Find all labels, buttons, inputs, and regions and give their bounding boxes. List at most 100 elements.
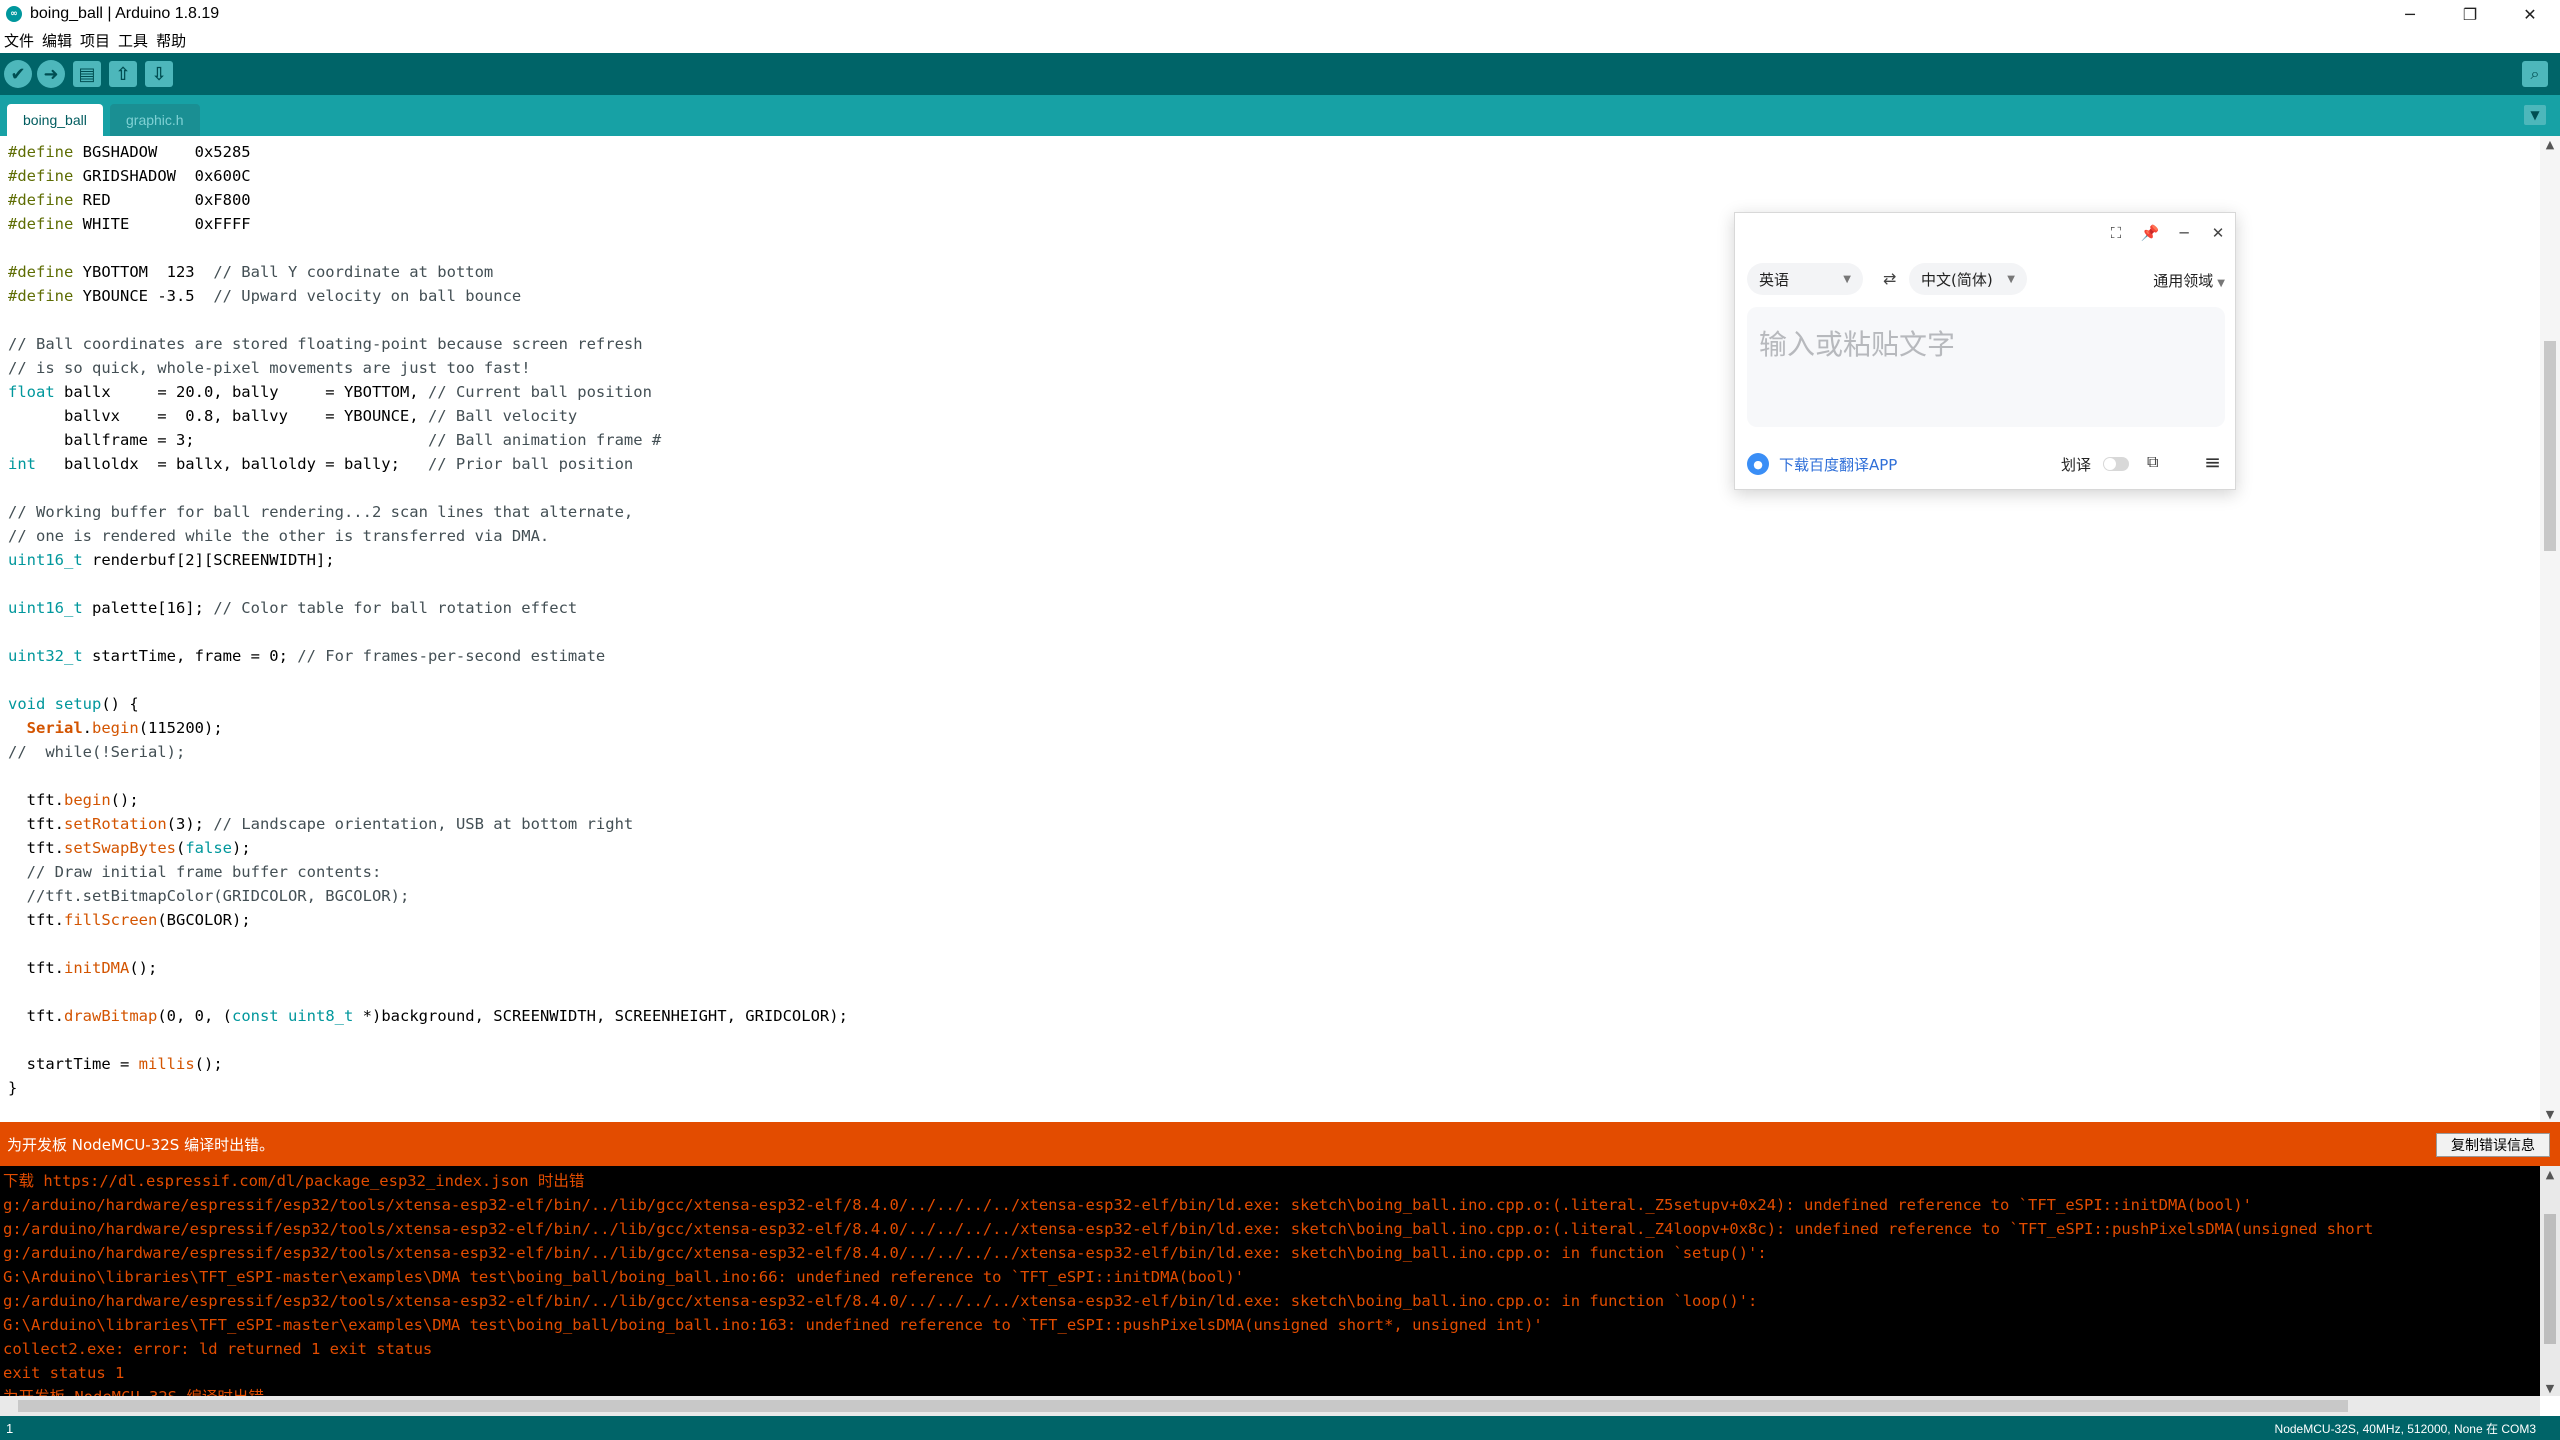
- serial-monitor-button[interactable]: ⌕: [2522, 61, 2548, 87]
- close-button[interactable]: ✕: [2500, 0, 2560, 28]
- checkmark-icon: ✔: [10, 63, 26, 85]
- tab-graphic-h[interactable]: graphic.h: [110, 104, 200, 136]
- console-vertical-scrollbar[interactable]: ▲ ▼: [2540, 1166, 2560, 1396]
- source-language-select[interactable]: 英语 ▼: [1747, 263, 1863, 295]
- console-text: 下载 https://dl.espressif.com/dl/package_e…: [3, 1169, 2373, 1396]
- code-line[interactable]: [8, 308, 848, 332]
- code-token: // Color table for ball rotation effect: [213, 599, 578, 617]
- code-line[interactable]: tft.setSwapBytes(false);: [8, 836, 848, 860]
- code-line[interactable]: void setup() {: [8, 692, 848, 716]
- caret-down-icon: ▼: [2217, 278, 2225, 289]
- code-token: balloldx = ballx, balloldy = bally;: [36, 455, 428, 473]
- code-line[interactable]: [8, 980, 848, 1004]
- restore-button[interactable]: ❐: [2440, 0, 2500, 28]
- code-token: palette[16];: [82, 599, 214, 617]
- code-line[interactable]: [8, 764, 848, 788]
- code-line[interactable]: int balloldx = ballx, balloldy = bally; …: [8, 452, 848, 476]
- code-line[interactable]: // Draw initial frame buffer contents:: [8, 860, 848, 884]
- swap-icon[interactable]: ⇄: [1883, 269, 1896, 288]
- code-line[interactable]: // Ball coordinates are stored floating-…: [8, 332, 848, 356]
- code-line[interactable]: [8, 932, 848, 956]
- editor-scrollbar[interactable]: ▲ ▼: [2540, 136, 2560, 1122]
- code-line[interactable]: uint16_t renderbuf[2][SCREENWIDTH];: [8, 548, 848, 572]
- code-token: //tft.setBitmapColor(GRIDCOLOR, BGCOLOR)…: [26, 887, 410, 905]
- code-line[interactable]: #define YBOUNCE -3.5 // Upward velocity …: [8, 284, 848, 308]
- target-language-select[interactable]: 中文(简体) ▼: [1909, 263, 2027, 295]
- code-line[interactable]: ballvx = 0.8, ballvy = YBOUNCE, // Ball …: [8, 404, 848, 428]
- minimize-icon[interactable]: ─: [2167, 213, 2201, 253]
- open-button[interactable]: ⇧: [109, 61, 137, 87]
- code-line[interactable]: #define WHITE 0xFFFF: [8, 212, 848, 236]
- code-line[interactable]: tft.setRotation(3); // Landscape orienta…: [8, 812, 848, 836]
- code-line[interactable]: uint16_t palette[16]; // Color table for…: [8, 596, 848, 620]
- hua-yi-toggle[interactable]: [2103, 457, 2129, 471]
- scroll-up-icon[interactable]: ▲: [2540, 136, 2560, 152]
- code-line[interactable]: [8, 236, 848, 260]
- menu-file[interactable]: 文件: [4, 30, 34, 51]
- code-line[interactable]: float ballx = 20.0, bally = YBOTTOM, // …: [8, 380, 848, 404]
- code-line[interactable]: tft.begin();: [8, 788, 848, 812]
- code-line[interactable]: #define RED 0xF800: [8, 188, 848, 212]
- code-line[interactable]: [8, 572, 848, 596]
- code-token: fillScreen: [64, 911, 158, 929]
- code-token: initDMA: [64, 959, 130, 977]
- code-line[interactable]: // is so quick, whole-pixel movements ar…: [8, 356, 848, 380]
- upload-button[interactable]: ➜: [37, 60, 65, 88]
- menu-icon[interactable]: ≡: [2204, 450, 2221, 474]
- code-line[interactable]: [8, 620, 848, 644]
- console-horizontal-scrollbar[interactable]: [0, 1396, 2540, 1416]
- console-hscroll-thumb[interactable]: [18, 1400, 2348, 1412]
- editor-scroll-thumb[interactable]: [2544, 341, 2556, 551]
- tab-menu-button[interactable]: ▼: [2524, 105, 2546, 125]
- translate-input[interactable]: 输入或粘贴文字: [1747, 307, 2225, 427]
- code-line[interactable]: #define BGSHADOW 0x5285: [8, 140, 848, 164]
- code-token: renderbuf[2][SCREENWIDTH];: [82, 551, 335, 569]
- code-line[interactable]: //tft.setBitmapColor(GRIDCOLOR, BGCOLOR)…: [8, 884, 848, 908]
- scroll-down-icon[interactable]: ▼: [2540, 1106, 2560, 1122]
- code-line[interactable]: uint32_t startTime, frame = 0; // For fr…: [8, 644, 848, 668]
- code-line[interactable]: tft.fillScreen(BGCOLOR);: [8, 908, 848, 932]
- code-line[interactable]: }: [8, 1076, 848, 1100]
- copy-error-button[interactable]: 复制错误信息: [2436, 1133, 2550, 1157]
- menu-edit[interactable]: 编辑: [42, 30, 72, 51]
- code-line[interactable]: // Working buffer for ball rendering...2…: [8, 500, 848, 524]
- code-line[interactable]: tft.initDMA();: [8, 956, 848, 980]
- code-line[interactable]: [8, 1028, 848, 1052]
- code-token: tft.: [8, 815, 64, 833]
- code-line[interactable]: // one is rendered while the other is tr…: [8, 524, 848, 548]
- close-icon[interactable]: ✕: [2201, 213, 2235, 253]
- minimize-button[interactable]: ─: [2380, 0, 2440, 28]
- menu-help[interactable]: 帮助: [156, 30, 186, 51]
- menu-sketch[interactable]: 项目: [80, 30, 110, 51]
- code-text[interactable]: #define BGSHADOW 0x5285 #define GRIDSHADO…: [8, 140, 848, 1100]
- download-app-link[interactable]: 下载百度翻译APP: [1779, 454, 1897, 475]
- verify-button[interactable]: ✔: [4, 60, 32, 88]
- arrow-up-icon: ⇧: [115, 63, 131, 85]
- menu-tools[interactable]: 工具: [118, 30, 148, 51]
- pin-icon[interactable]: 📌: [2133, 213, 2167, 253]
- code-line[interactable]: [8, 668, 848, 692]
- console-line: g:/arduino/hardware/espressif/esp32/tool…: [3, 1196, 2252, 1214]
- code-line[interactable]: #define YBOTTOM 123 // Ball Y coordinate…: [8, 260, 848, 284]
- code-line[interactable]: ballframe = 3; // Ball animation frame #: [8, 428, 848, 452]
- code-token: startTime, frame = 0;: [82, 647, 298, 665]
- scroll-up-icon[interactable]: ▲: [2540, 1166, 2560, 1182]
- console-output[interactable]: 下载 https://dl.espressif.com/dl/package_e…: [0, 1166, 2560, 1396]
- code-line[interactable]: #define GRIDSHADOW 0x600C: [8, 164, 848, 188]
- scroll-down-icon[interactable]: ▼: [2540, 1380, 2560, 1396]
- code-line[interactable]: startTime = millis();: [8, 1052, 848, 1076]
- save-button[interactable]: ⇩: [145, 61, 173, 87]
- new-button[interactable]: ▤: [73, 61, 101, 87]
- tab-boing-ball[interactable]: boing_ball: [7, 104, 103, 136]
- code-token: #define: [8, 287, 74, 305]
- code-line[interactable]: // while(!Serial);: [8, 740, 848, 764]
- code-token: BGSHADOW 0x5285: [73, 143, 251, 161]
- code-token: startTime =: [8, 1055, 139, 1073]
- domain-select[interactable]: 通用领域 ▼: [2153, 270, 2225, 291]
- code-line[interactable]: Serial.begin(115200);: [8, 716, 848, 740]
- code-line[interactable]: tft.drawBitmap(0, 0, (const uint8_t *)ba…: [8, 1004, 848, 1028]
- screenshot-icon[interactable]: ⧉: [2147, 452, 2158, 472]
- code-line[interactable]: [8, 476, 848, 500]
- expand-icon[interactable]: ⛶: [2099, 213, 2133, 253]
- console-scroll-thumb[interactable]: [2544, 1214, 2556, 1344]
